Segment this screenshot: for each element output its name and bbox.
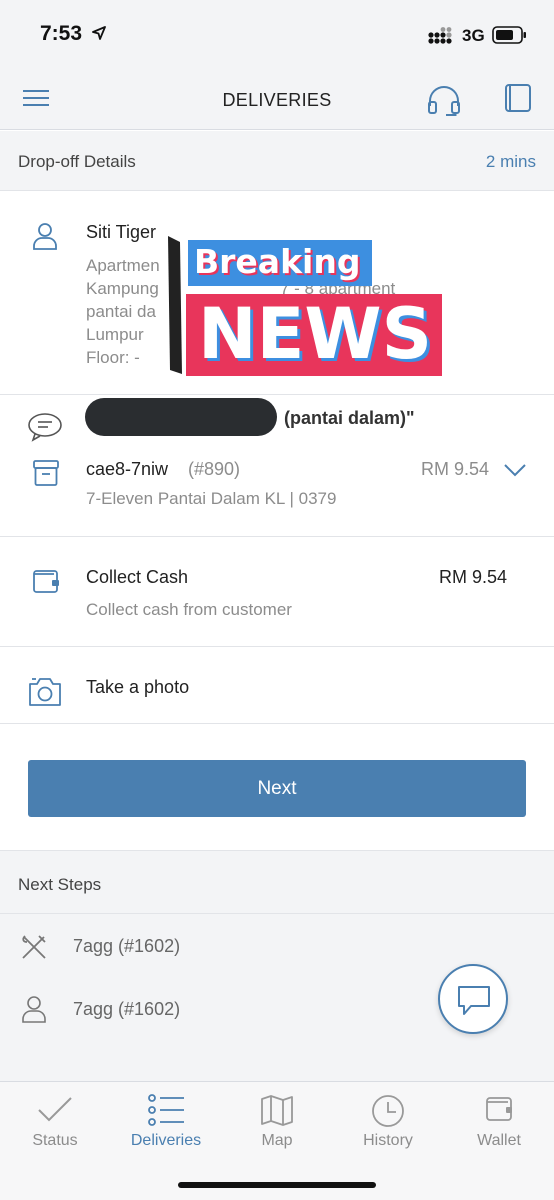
order-id[interactable]: cae8-7niw: [86, 459, 168, 480]
divider: [0, 913, 554, 914]
map-icon: [261, 1095, 293, 1126]
eta-label: 2 mins: [485, 152, 536, 171]
address-line: pantai da: [86, 302, 156, 321]
next-steps-title: Next Steps: [18, 875, 102, 894]
status-time: 7:53: [40, 22, 83, 45]
page-title: DELIVERIES: [222, 90, 332, 110]
comment-icon: [27, 412, 63, 447]
camera-icon: [28, 675, 62, 712]
wallet-icon: [32, 567, 60, 600]
list-icon: [148, 1094, 184, 1126]
clock-icon: [372, 1095, 404, 1127]
check-icon: [38, 1097, 72, 1122]
tab-map[interactable]: Map: [222, 1082, 332, 1162]
notebook-icon[interactable]: [503, 82, 533, 119]
cash-amount: RM 9.54: [439, 567, 508, 587]
location-arrow-icon: [92, 26, 106, 45]
take-photo-row[interactable]: Take a photo: [0, 647, 554, 723]
breaking-news-sticker: Breaking NEWS: [168, 232, 444, 380]
home-indicator: [178, 1182, 376, 1188]
tab-deliveries[interactable]: Deliveries: [111, 1082, 221, 1162]
wallet-icon: [486, 1097, 512, 1121]
status-bar: 7:53 3G: [0, 0, 554, 70]
person-icon: [21, 995, 47, 1028]
address-line: Apartmen: [86, 256, 160, 275]
redaction-bar: [85, 398, 277, 436]
tab-label: Status: [32, 1132, 78, 1149]
chat-bubble-icon: [458, 986, 490, 1015]
floor-label: Floor: -: [86, 348, 140, 367]
person-icon: [32, 222, 58, 255]
network-type: 3G: [462, 26, 485, 45]
address-line: Lumpur: [86, 325, 144, 344]
breaking-label: Breaking: [194, 242, 361, 281]
order-total: RM 9.54: [421, 459, 490, 479]
order-number: (#890): [188, 459, 241, 479]
next-step-item: 7agg (#1602): [73, 936, 181, 956]
nav-bar: DELIVERIES: [0, 70, 554, 130]
tab-history[interactable]: History: [333, 1082, 443, 1162]
customer-name: Siti Tiger: [86, 222, 157, 242]
chevron-down-icon[interactable]: [503, 462, 527, 483]
next-step-item: 7agg (#1602): [73, 999, 181, 1019]
dropoff-section-title: Drop-off Details: [18, 152, 136, 171]
battery-icon: [492, 25, 528, 50]
tab-label: Wallet: [477, 1132, 521, 1149]
divider: [0, 394, 554, 395]
headset-support-icon[interactable]: [426, 84, 462, 123]
take-photo-label: Take a photo: [86, 677, 190, 697]
tab-label: Map: [261, 1132, 293, 1149]
address-line: Kampung: [86, 279, 159, 298]
store-name: 7-Eleven Pantai Dalam KL | 0379: [86, 489, 337, 508]
news-label: NEWS: [198, 293, 433, 375]
tab-status[interactable]: Status: [0, 1082, 110, 1162]
collect-cash-subtitle: Collect cash from customer: [86, 600, 292, 619]
delivery-note: (pantai dalam)": [284, 408, 415, 428]
divider: [0, 723, 554, 724]
signal-icon: [428, 27, 454, 50]
package-box-icon: [32, 458, 60, 493]
tab-label: History: [363, 1132, 413, 1149]
dropoff-section-header: Drop-off Details 2 mins: [0, 131, 554, 191]
next-button[interactable]: Next: [28, 760, 526, 817]
tab-wallet[interactable]: Wallet: [444, 1082, 554, 1162]
collect-cash-title: Collect Cash: [86, 567, 189, 587]
divider: [0, 536, 554, 537]
fork-knife-icon: [20, 933, 48, 966]
tab-label: Deliveries: [130, 1132, 202, 1149]
chat-button[interactable]: [438, 964, 508, 1034]
